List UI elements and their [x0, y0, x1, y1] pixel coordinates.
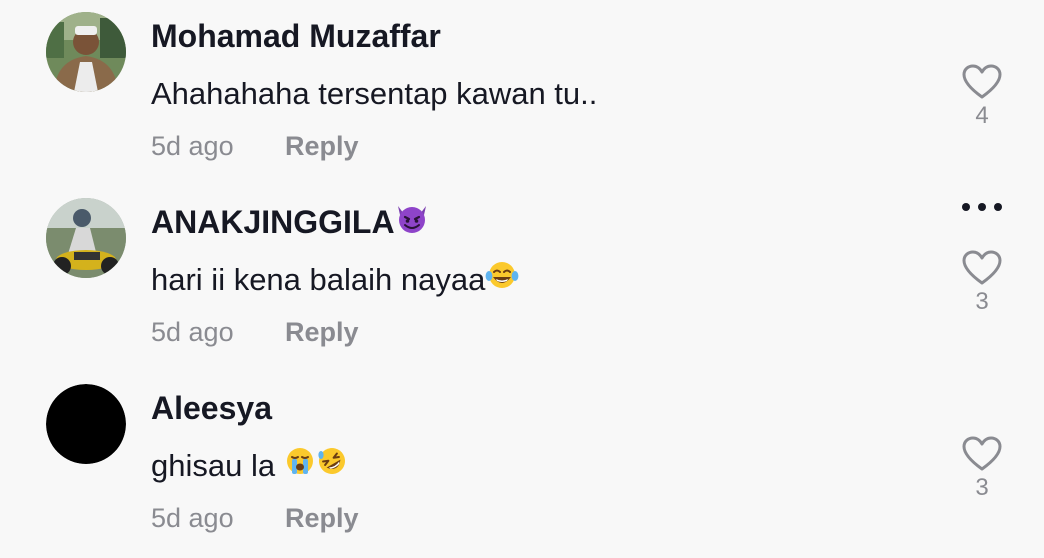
like-button[interactable]: [962, 250, 1002, 286]
comment-text: Ahahahaha tersentap kawan tu..: [151, 76, 598, 111]
comment-meta: 5d ago Reply: [151, 128, 359, 164]
avatar-image: [46, 384, 126, 464]
heart-outline-icon: [962, 250, 1002, 285]
like-count: 3: [975, 474, 989, 501]
comment-text-body: ghisau la: [151, 448, 284, 483]
comment-username[interactable]: Mohamad Muzaffar: [151, 16, 441, 56]
loudly-crying-emoji: [284, 445, 316, 487]
avatar[interactable]: [46, 12, 126, 92]
like-button[interactable]: [962, 436, 1002, 472]
reply-button[interactable]: Reply: [285, 314, 359, 350]
avatar-image: [46, 198, 126, 278]
like-count: 4: [975, 102, 989, 129]
comment-username[interactable]: Aleesya: [151, 388, 272, 428]
comment-item: ANAKJINGGILA hari ii kena balaih nayaa 5…: [0, 186, 1044, 372]
comment-username[interactable]: ANAKJINGGILA: [151, 202, 429, 245]
comment-meta: 5d ago Reply: [151, 314, 359, 350]
heart-outline-icon: [962, 64, 1002, 99]
comment-time: 5d ago: [151, 317, 234, 347]
like-count: 3: [975, 288, 989, 315]
reply-button[interactable]: Reply: [285, 128, 359, 164]
avatar[interactable]: [46, 198, 126, 278]
heart-outline-icon: [962, 436, 1002, 471]
comment-username-text: ANAKJINGGILA: [151, 204, 395, 240]
comment-text: hari ii kena balaih nayaa: [151, 260, 519, 303]
avatar[interactable]: [46, 384, 126, 464]
comment-text-body: hari ii kena balaih nayaa: [151, 262, 486, 297]
comment-time: 5d ago: [151, 503, 234, 533]
comment-item: Aleesya ghisau la 5d ago Reply 3: [0, 372, 1044, 558]
avatar-image: [46, 12, 126, 92]
like-button[interactable]: [962, 64, 1002, 100]
comment-text: ghisau la: [151, 446, 348, 489]
comment-meta: 5d ago Reply: [151, 500, 359, 536]
smiling-devil-emoji: [395, 202, 429, 243]
rolling-on-floor-laughing-emoji: [316, 445, 348, 487]
tears-of-joy-emoji: [485, 259, 519, 301]
reply-button[interactable]: Reply: [285, 500, 359, 536]
comment-item: Mohamad Muzaffar Ahahahaha tersentap kaw…: [0, 0, 1044, 186]
comment-time: 5d ago: [151, 131, 234, 161]
